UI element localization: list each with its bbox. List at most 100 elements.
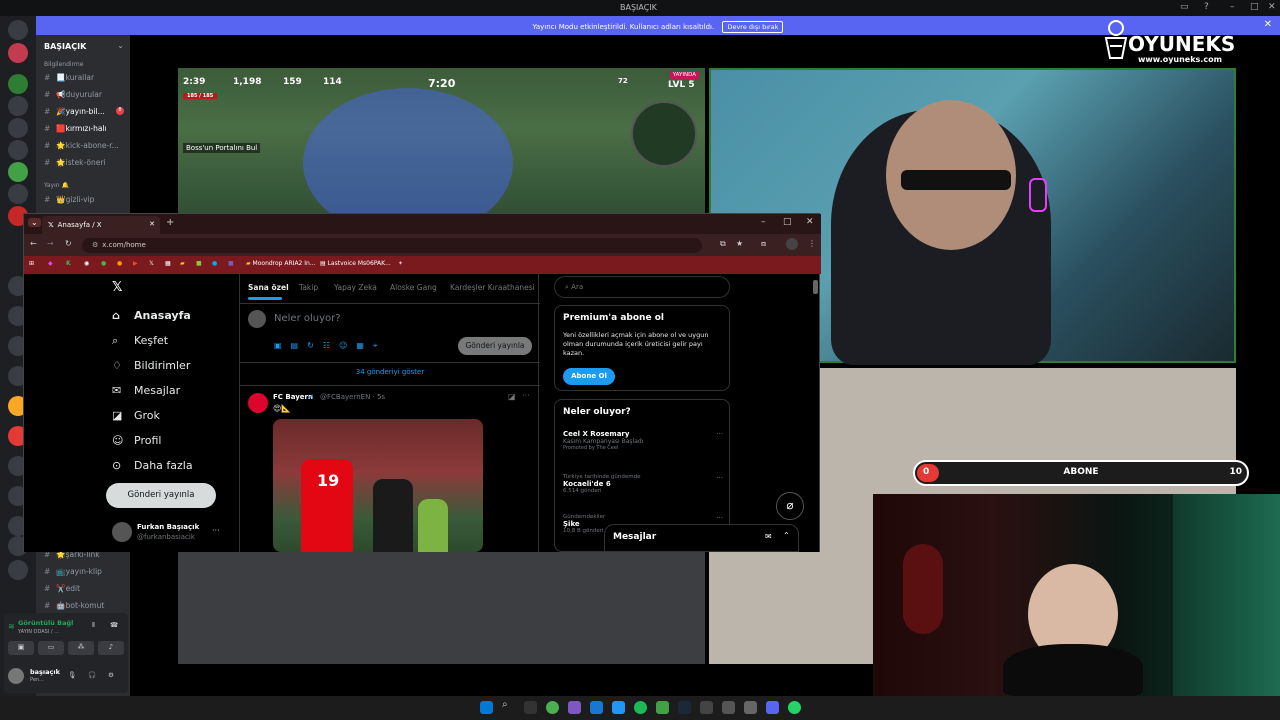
category-label[interactable]: Bilgilendirme — [44, 61, 83, 68]
tab-close-icon[interactable]: ✕ — [149, 220, 155, 228]
trend-more-icon[interactable]: ··· — [716, 430, 723, 438]
inbox-icon[interactable]: ▭ — [1180, 2, 1189, 12]
x-icon[interactable]: 𝕏 — [149, 260, 154, 267]
browser-tab[interactable]: 𝕏 Anasayfa / X ✕ — [42, 216, 160, 234]
bookmark-item[interactable]: ▰ Moondrop ARIA2 In... — [246, 260, 316, 267]
grok-explain-icon[interactable]: ◪ — [508, 392, 516, 401]
nav-profile[interactable]: ☺ Profil — [112, 434, 161, 447]
server-icon[interactable] — [8, 74, 28, 94]
tab-for-you[interactable]: Sana özel — [248, 283, 289, 292]
bookmark-item[interactable]: ▤ Lastvoice Ms06PAK... — [320, 260, 391, 267]
task-view-icon[interactable] — [524, 701, 537, 714]
post-button[interactable]: Gönderi yayınla — [106, 483, 216, 508]
server-name[interactable]: BAŞIAÇIK — [44, 42, 86, 51]
headphones-icon[interactable]: 🎧 — [88, 671, 96, 679]
activities-button[interactable]: ⁂ — [68, 641, 94, 655]
more-options-icon[interactable]: ··· — [212, 526, 220, 535]
trend-more-icon[interactable]: ··· — [716, 514, 723, 522]
x-logo-icon[interactable]: 𝕏 — [112, 280, 122, 295]
server-icon[interactable] — [8, 140, 28, 160]
tab-menu-icon[interactable]: ⌄ — [28, 218, 41, 227]
add-server-icon[interactable] — [8, 560, 28, 580]
tab-list[interactable]: Yapay Zeka — [334, 283, 377, 292]
tab-list[interactable]: Aloske Gang — [390, 283, 437, 292]
server-icon[interactable] — [8, 162, 28, 182]
soundboard-button[interactable]: ♪ — [98, 641, 124, 655]
server-icon[interactable] — [8, 184, 28, 204]
disconnect-icon[interactable]: ☎ — [110, 621, 118, 629]
messages-drawer[interactable]: Mesajlar ✉ ⌃ — [604, 524, 799, 552]
avatar[interactable] — [8, 668, 24, 684]
compose-tools-icons[interactable]: ▣▤↻☷☺▦⌖ — [274, 341, 386, 351]
cast-icon[interactable]: ⧉ — [720, 239, 726, 249]
nav-more[interactable]: ⊙ Daha fazla — [112, 459, 193, 472]
chevron-down-icon[interactable]: ⌄ — [117, 41, 124, 50]
help-icon[interactable]: ? — [1204, 2, 1209, 12]
bookmark-icon[interactable]: ✦ — [398, 260, 403, 267]
fc-bayern-avatar[interactable] — [248, 393, 268, 413]
settings-gear-icon[interactable]: ⚙ — [108, 671, 114, 679]
close-button[interactable]: ✕ — [1268, 2, 1276, 12]
nav-explore[interactable]: ⌕ Keşfet — [112, 334, 168, 347]
nav-grok[interactable]: ◪ Grok — [112, 409, 160, 422]
bookmark-icon[interactable]: ● — [212, 260, 217, 267]
steam-icon[interactable] — [678, 701, 691, 714]
profile-name[interactable]: Furkan Başıaçık — [137, 523, 199, 531]
channel-item[interactable]: # 📢duyurular — [44, 90, 102, 99]
new-tab-icon[interactable]: + — [166, 217, 174, 228]
webcam-guest[interactable] — [873, 494, 1280, 696]
profile-avatar[interactable] — [786, 238, 798, 250]
app-icon[interactable] — [590, 701, 603, 714]
bookmark-icon[interactable]: ■ — [228, 260, 234, 267]
apps-icon[interactable]: ⊞ — [29, 260, 34, 267]
channel-item[interactable]: # 📺yayın-klip — [44, 567, 102, 576]
scrollbar-thumb[interactable] — [813, 280, 818, 294]
nav-home[interactable]: ⌂ Anasayfa — [112, 309, 191, 322]
discord-icon[interactable] — [766, 701, 779, 714]
mic-icon[interactable]: 🎙 — [68, 671, 76, 679]
app-icon[interactable] — [744, 701, 757, 714]
app-icon[interactable] — [656, 701, 669, 714]
banner-close-icon[interactable]: ✕ — [1264, 19, 1272, 30]
app-icon[interactable] — [568, 701, 581, 714]
channel-item[interactable]: # 🎉yayın-bil... — [44, 107, 105, 116]
nav-messages[interactable]: ✉ Mesajlar — [112, 384, 180, 397]
channel-item[interactable]: # 🤖bot-komut — [44, 601, 104, 610]
site-info-icon[interactable]: ⚙ — [92, 241, 98, 249]
bookmark-icon[interactable]: ● — [101, 260, 106, 267]
bookmark-icon[interactable]: ● — [117, 260, 122, 267]
search-icon[interactable]: ⌕ — [502, 699, 515, 712]
maximize-button[interactable]: □ — [1250, 2, 1259, 12]
bookmark-star-icon[interactable]: ★ — [736, 239, 743, 248]
chrome-icon[interactable] — [546, 701, 559, 714]
trend-item[interactable]: Ceel X Rosemary Kasım Kampanyası Başladı… — [563, 430, 723, 451]
maximize-button[interactable]: □ — [783, 217, 792, 227]
reload-icon[interactable]: ↻ — [65, 239, 72, 248]
trend-more-icon[interactable]: ··· — [716, 474, 723, 482]
start-icon[interactable] — [480, 701, 493, 714]
disable-streamer-mode-button[interactable]: Devre dışı bırak — [722, 21, 784, 33]
folder-icon[interactable]: ▰ — [180, 260, 185, 267]
voice-channel[interactable]: YAYIN ODASI / ... — [18, 629, 59, 635]
avatar[interactable] — [112, 522, 132, 542]
back-icon[interactable]: ← — [30, 239, 37, 248]
bookmark-icon[interactable]: K — [66, 260, 71, 267]
screen-share-button[interactable]: ▭ — [38, 641, 64, 655]
game-stream[interactable]: 2:39 1,198 159 114 7:20 72 LVL 5 185 / 1… — [178, 68, 705, 238]
channel-item[interactable]: # 📃kurallar — [44, 73, 94, 82]
post-image[interactable]: 19 — [273, 419, 483, 552]
youtube-icon[interactable]: ▶ — [133, 260, 138, 267]
noise-suppression-icon[interactable]: ⫴ — [92, 621, 95, 630]
compose-post-button[interactable]: Gönderi yayınla — [458, 337, 532, 355]
extensions-icon[interactable]: ⧈ — [761, 239, 766, 249]
show-new-posts[interactable]: 34 gönderiyi göster — [240, 368, 540, 376]
bookmark-icon[interactable]: ◉ — [84, 260, 89, 267]
bookmark-icon[interactable]: ▦ — [165, 260, 171, 267]
telegram-icon[interactable] — [612, 701, 625, 714]
category-label[interactable]: Yayın 🔔 — [44, 182, 69, 189]
address-bar[interactable]: ⚙ x.com/home — [82, 238, 702, 253]
tab-following[interactable]: Takip — [299, 283, 318, 292]
minimize-button[interactable]: – — [761, 217, 766, 227]
server-icon[interactable] — [8, 43, 28, 63]
server-icon[interactable] — [8, 20, 28, 40]
